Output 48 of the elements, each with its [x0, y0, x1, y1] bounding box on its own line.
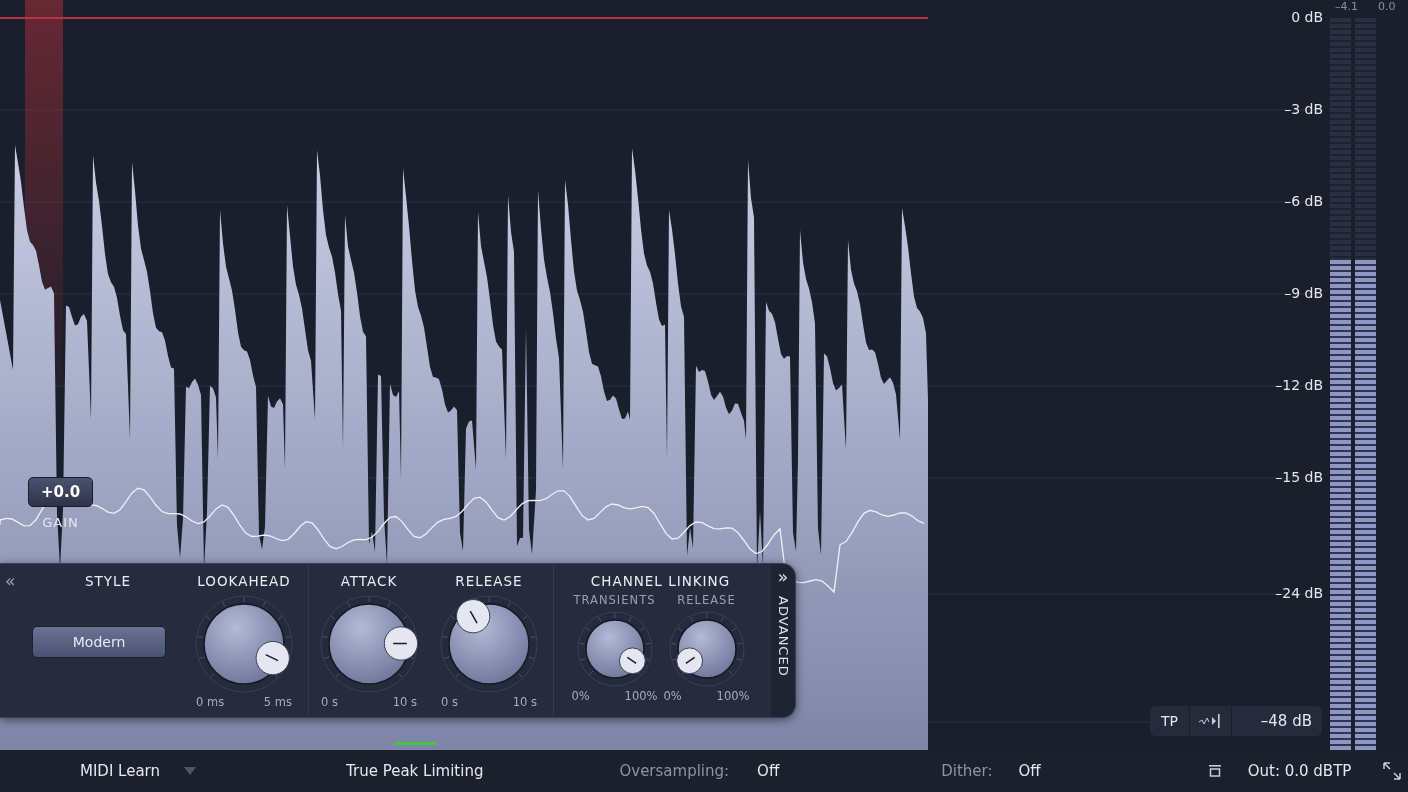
collapse-icon[interactable] [1208, 765, 1221, 777]
setting-value[interactable]: Off [1018, 762, 1041, 780]
knob[interactable] [576, 611, 653, 687]
collapse-button[interactable]: « [5, 574, 85, 588]
scale-label: –15 dB [1275, 469, 1323, 485]
knob-label: TRANSIENTS [573, 593, 656, 607]
expand-icon: » [777, 570, 789, 584]
range-label: 5 ms [263, 695, 292, 709]
range-label: 100% [624, 689, 658, 703]
scale-label: –3 dB [1284, 101, 1323, 117]
resize-icon[interactable] [1383, 762, 1402, 780]
section-title: LOOKAHEAD [197, 573, 291, 589]
midi-learn-button[interactable]: MIDI Learn [80, 762, 161, 780]
setting-label: Dither: [941, 762, 993, 780]
range-label: 10 s [512, 695, 537, 709]
range-label: 100% [716, 689, 750, 703]
advanced-label: ADVANCED [775, 596, 791, 677]
setting-label: Oversampling: [619, 762, 730, 780]
knob[interactable] [668, 611, 745, 687]
setting-value[interactable]: Off [757, 762, 780, 780]
knob[interactable] [320, 595, 418, 693]
section-title: ATTACK [340, 573, 398, 589]
output-level: Out: 0.0 dBTP [1247, 762, 1352, 780]
section-title: RELEASE [455, 573, 523, 589]
scale-label: –12 dB [1275, 377, 1323, 393]
style-button[interactable]: Modern [32, 626, 166, 658]
range-label: 0% [571, 689, 590, 703]
scale-label: –6 dB [1284, 193, 1323, 209]
true-peak-button[interactable]: TP [1150, 706, 1190, 736]
range-label: 10 s [392, 695, 417, 709]
range-label: 0% [663, 689, 682, 703]
knob-label: RELEASE [677, 593, 736, 607]
range-label: 0 s [321, 695, 338, 709]
true-peak-toggle[interactable]: True Peak Limiting [346, 762, 484, 780]
section-title: STYLE [85, 573, 132, 589]
gain-field[interactable]: +0.0 [28, 477, 94, 507]
scale-label: –24 dB [1275, 585, 1323, 601]
range-label: 0 ms [196, 695, 225, 709]
scale-label: 0 dB [1291, 9, 1323, 25]
section-title: CHANNEL LINKING [590, 573, 731, 589]
knob[interactable] [440, 595, 538, 693]
level-readout[interactable]: –48 dB [1232, 712, 1322, 730]
scale-label: –9 dB [1284, 285, 1323, 301]
peak-reading: 0.0 [1378, 0, 1396, 13]
peak-reading: –4.1 [1335, 0, 1358, 13]
advanced-tab[interactable]: » ADVANCED [771, 564, 795, 717]
range-label: 0 s [441, 695, 458, 709]
knob[interactable] [195, 595, 293, 693]
